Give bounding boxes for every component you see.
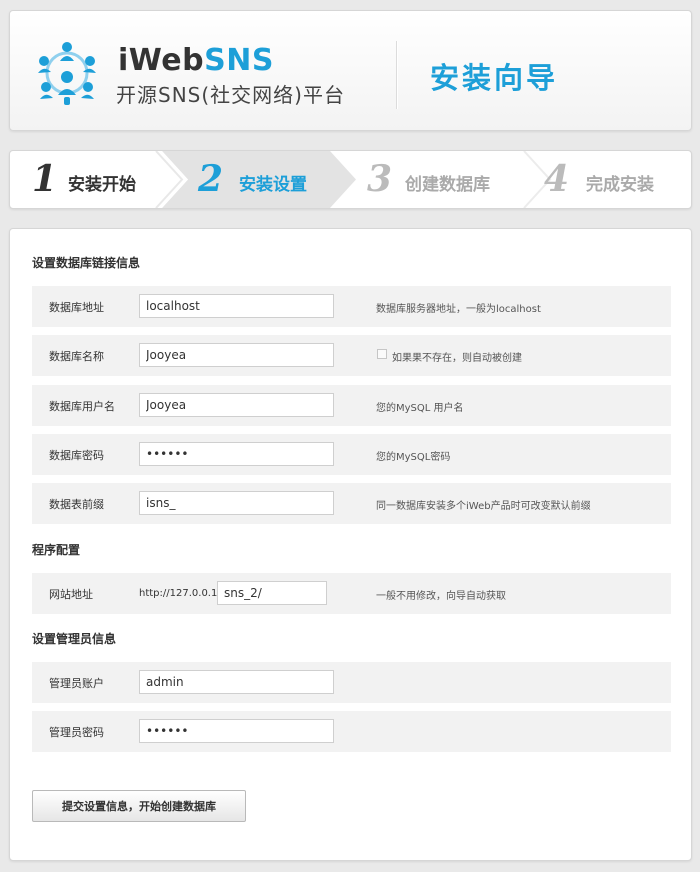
site-url-prefix: http://127.0.0.1/ xyxy=(139,588,221,599)
step-number: 2 xyxy=(198,158,224,200)
db-name-input[interactable] xyxy=(139,343,334,367)
db-name-hint: 如果果不存在，则自动被创建 xyxy=(392,353,522,364)
brand-subtitle: 开源SNS(社交网络)平台 xyxy=(116,83,345,107)
table-prefix-label: 数据表前缀 xyxy=(49,498,104,511)
section-title-db: 设置数据库链接信息 xyxy=(32,256,141,270)
step-number: 1 xyxy=(32,158,58,200)
db-user-hint: 您的MySQL 用户名 xyxy=(376,403,464,414)
db-host-hint: 数据库服务器地址，一般为localhost xyxy=(376,304,541,315)
header-divider xyxy=(396,41,397,109)
db-user-input[interactable] xyxy=(139,393,334,417)
section-title-program: 程序配置 xyxy=(32,543,81,557)
admin-account-label: 管理员账户 xyxy=(49,677,104,690)
auto-create-checkbox[interactable] xyxy=(377,349,387,359)
site-url-input[interactable] xyxy=(217,581,327,605)
admin-account-input[interactable] xyxy=(139,670,334,694)
section-title-admin: 设置管理员信息 xyxy=(32,632,117,646)
db-host-label: 数据库地址 xyxy=(49,301,104,314)
db-password-row: 数据库密码 您的MySQL密码 xyxy=(32,434,671,475)
db-password-input[interactable] xyxy=(139,442,334,466)
step-number: 4 xyxy=(544,158,570,200)
table-prefix-input[interactable] xyxy=(139,491,334,515)
db-user-row: 数据库用户名 您的MySQL 用户名 xyxy=(32,385,671,426)
db-user-label: 数据库用户名 xyxy=(49,400,115,413)
step-label: 安装设置 xyxy=(239,175,307,195)
step-label: 安装开始 xyxy=(68,175,136,195)
db-name-label: 数据库名称 xyxy=(49,350,104,363)
db-password-label: 数据库密码 xyxy=(49,449,104,462)
people-network-logo-icon xyxy=(38,42,96,105)
step-number: 3 xyxy=(367,158,393,200)
step-label: 完成安装 xyxy=(586,175,654,195)
site-url-row: 网站地址 http://127.0.0.1/ 一般不用修改，向导自动获取 xyxy=(32,573,671,614)
table-prefix-row: 数据表前缀 同一数据库安装多个iWeb产品时可改变默认前缀 xyxy=(32,483,671,524)
site-url-hint: 一般不用修改，向导自动获取 xyxy=(376,591,506,602)
db-password-hint: 您的MySQL密码 xyxy=(376,452,451,463)
site-url-label: 网站地址 xyxy=(49,588,93,601)
brand-name: iWebSNS xyxy=(118,43,274,78)
admin-password-label: 管理员密码 xyxy=(49,726,104,739)
wizard-steps: 1 安装开始 2 安装设置 3 创建数据库 4 完成安装 xyxy=(9,150,692,209)
db-host-row: 数据库地址 数据库服务器地址，一般为localhost xyxy=(32,286,671,327)
page-title: 安装向导 xyxy=(430,61,559,95)
db-host-input[interactable] xyxy=(139,294,334,318)
step-label: 创建数据库 xyxy=(405,175,490,195)
table-prefix-hint: 同一数据库安装多个iWeb产品时可改变默认前缀 xyxy=(376,501,591,512)
admin-account-row: 管理员账户 xyxy=(32,662,671,703)
header-panel: iWebSNS 开源SNS(社交网络)平台 安装向导 xyxy=(9,10,692,131)
db-name-row: 数据库名称 如果果不存在，则自动被创建 xyxy=(32,335,671,376)
brand-accent: SNS xyxy=(204,43,274,78)
admin-password-row: 管理员密码 xyxy=(32,711,671,752)
admin-password-input[interactable] xyxy=(139,719,334,743)
submit-settings-button[interactable]: 提交设置信息，开始创建数据库 xyxy=(32,790,246,822)
settings-form: 设置数据库链接信息 数据库地址 数据库服务器地址，一般为localhost 数据… xyxy=(9,228,692,861)
